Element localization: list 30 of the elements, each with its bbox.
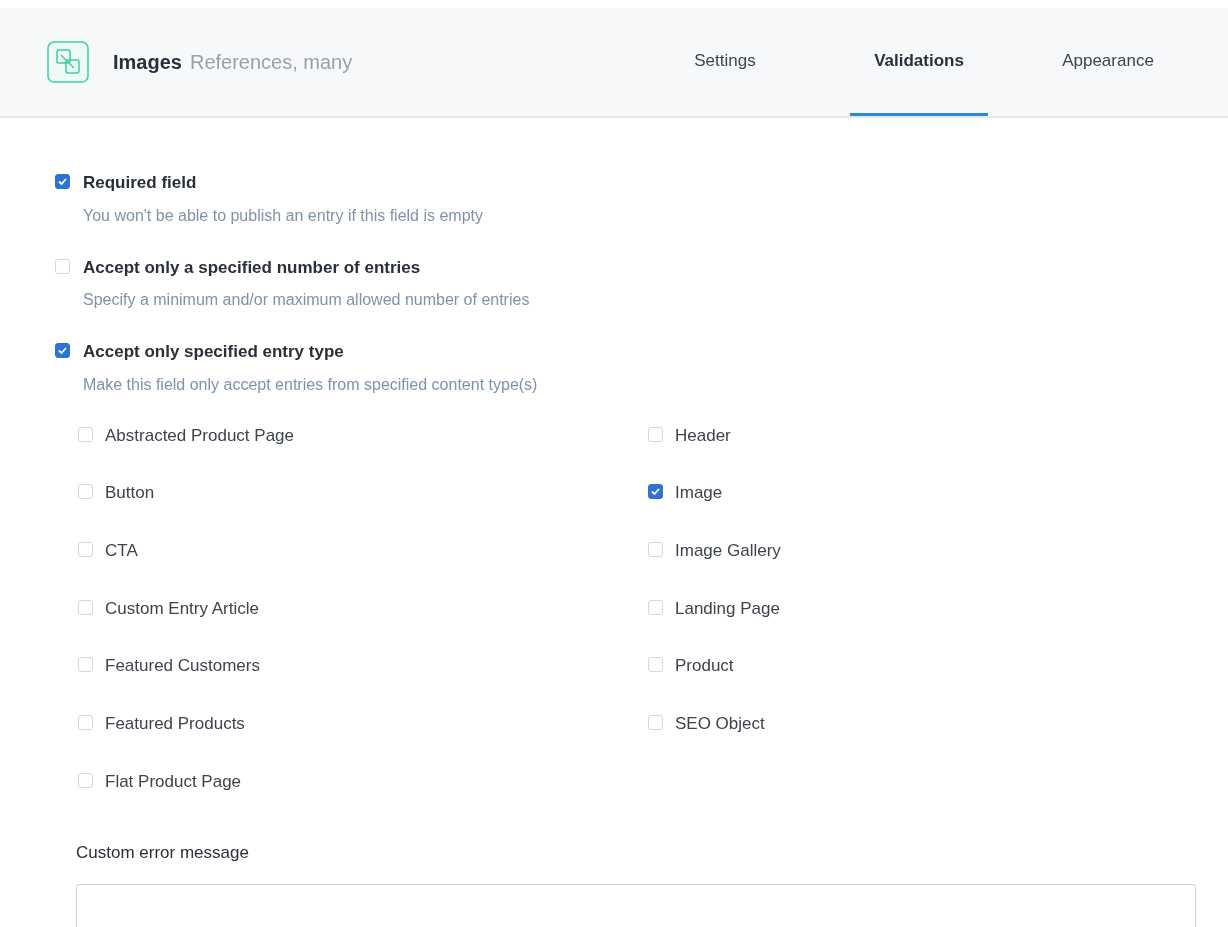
content-type-label: Featured Customers xyxy=(105,655,260,678)
error-message-label: Custom error message xyxy=(76,842,250,865)
tab[interactable]: Appearance xyxy=(988,8,1228,116)
content-type-label: Custom Entry Article xyxy=(105,597,259,620)
content-type-label: Image Gallery xyxy=(675,539,781,562)
tab[interactable]: Validations xyxy=(850,8,988,116)
content-type-label: Flat Product Page xyxy=(105,770,242,793)
content-type-label: Image xyxy=(675,482,723,505)
error-message-input[interactable] xyxy=(76,883,1196,927)
content-type-label: Product xyxy=(675,655,734,678)
option-description: Make this field only accept entries from specified content type(s) xyxy=(83,374,538,395)
option-label: Accept only a specified number of entries xyxy=(83,256,422,279)
tab[interactable]: Settings xyxy=(650,8,800,116)
content-type-label: Abstracted Product Page xyxy=(105,424,294,447)
field-type: References, many xyxy=(189,50,353,75)
option-label: Accept only specified entry type xyxy=(83,341,345,363)
option-description: Specify a minimum and/or maximum allowed number of entries xyxy=(83,290,530,310)
content-type-label: Landing Page xyxy=(675,597,780,620)
content-type-label: Header xyxy=(675,424,731,447)
content-type-label: Featured Products xyxy=(105,712,245,735)
content-type-label: Button xyxy=(105,482,155,505)
checkbox[interactable] xyxy=(55,174,70,189)
checkbox[interactable] xyxy=(648,484,663,500)
content-type-label: SEO Object xyxy=(675,712,765,735)
option-description: You won't be able to publish an entry if this field is empty xyxy=(83,205,484,226)
option-label: Required field xyxy=(83,172,198,194)
field-title: Images xyxy=(113,50,182,75)
reference-field-icon xyxy=(47,41,89,83)
content-type-label: CTA xyxy=(105,539,138,562)
checkbox[interactable] xyxy=(55,343,70,358)
